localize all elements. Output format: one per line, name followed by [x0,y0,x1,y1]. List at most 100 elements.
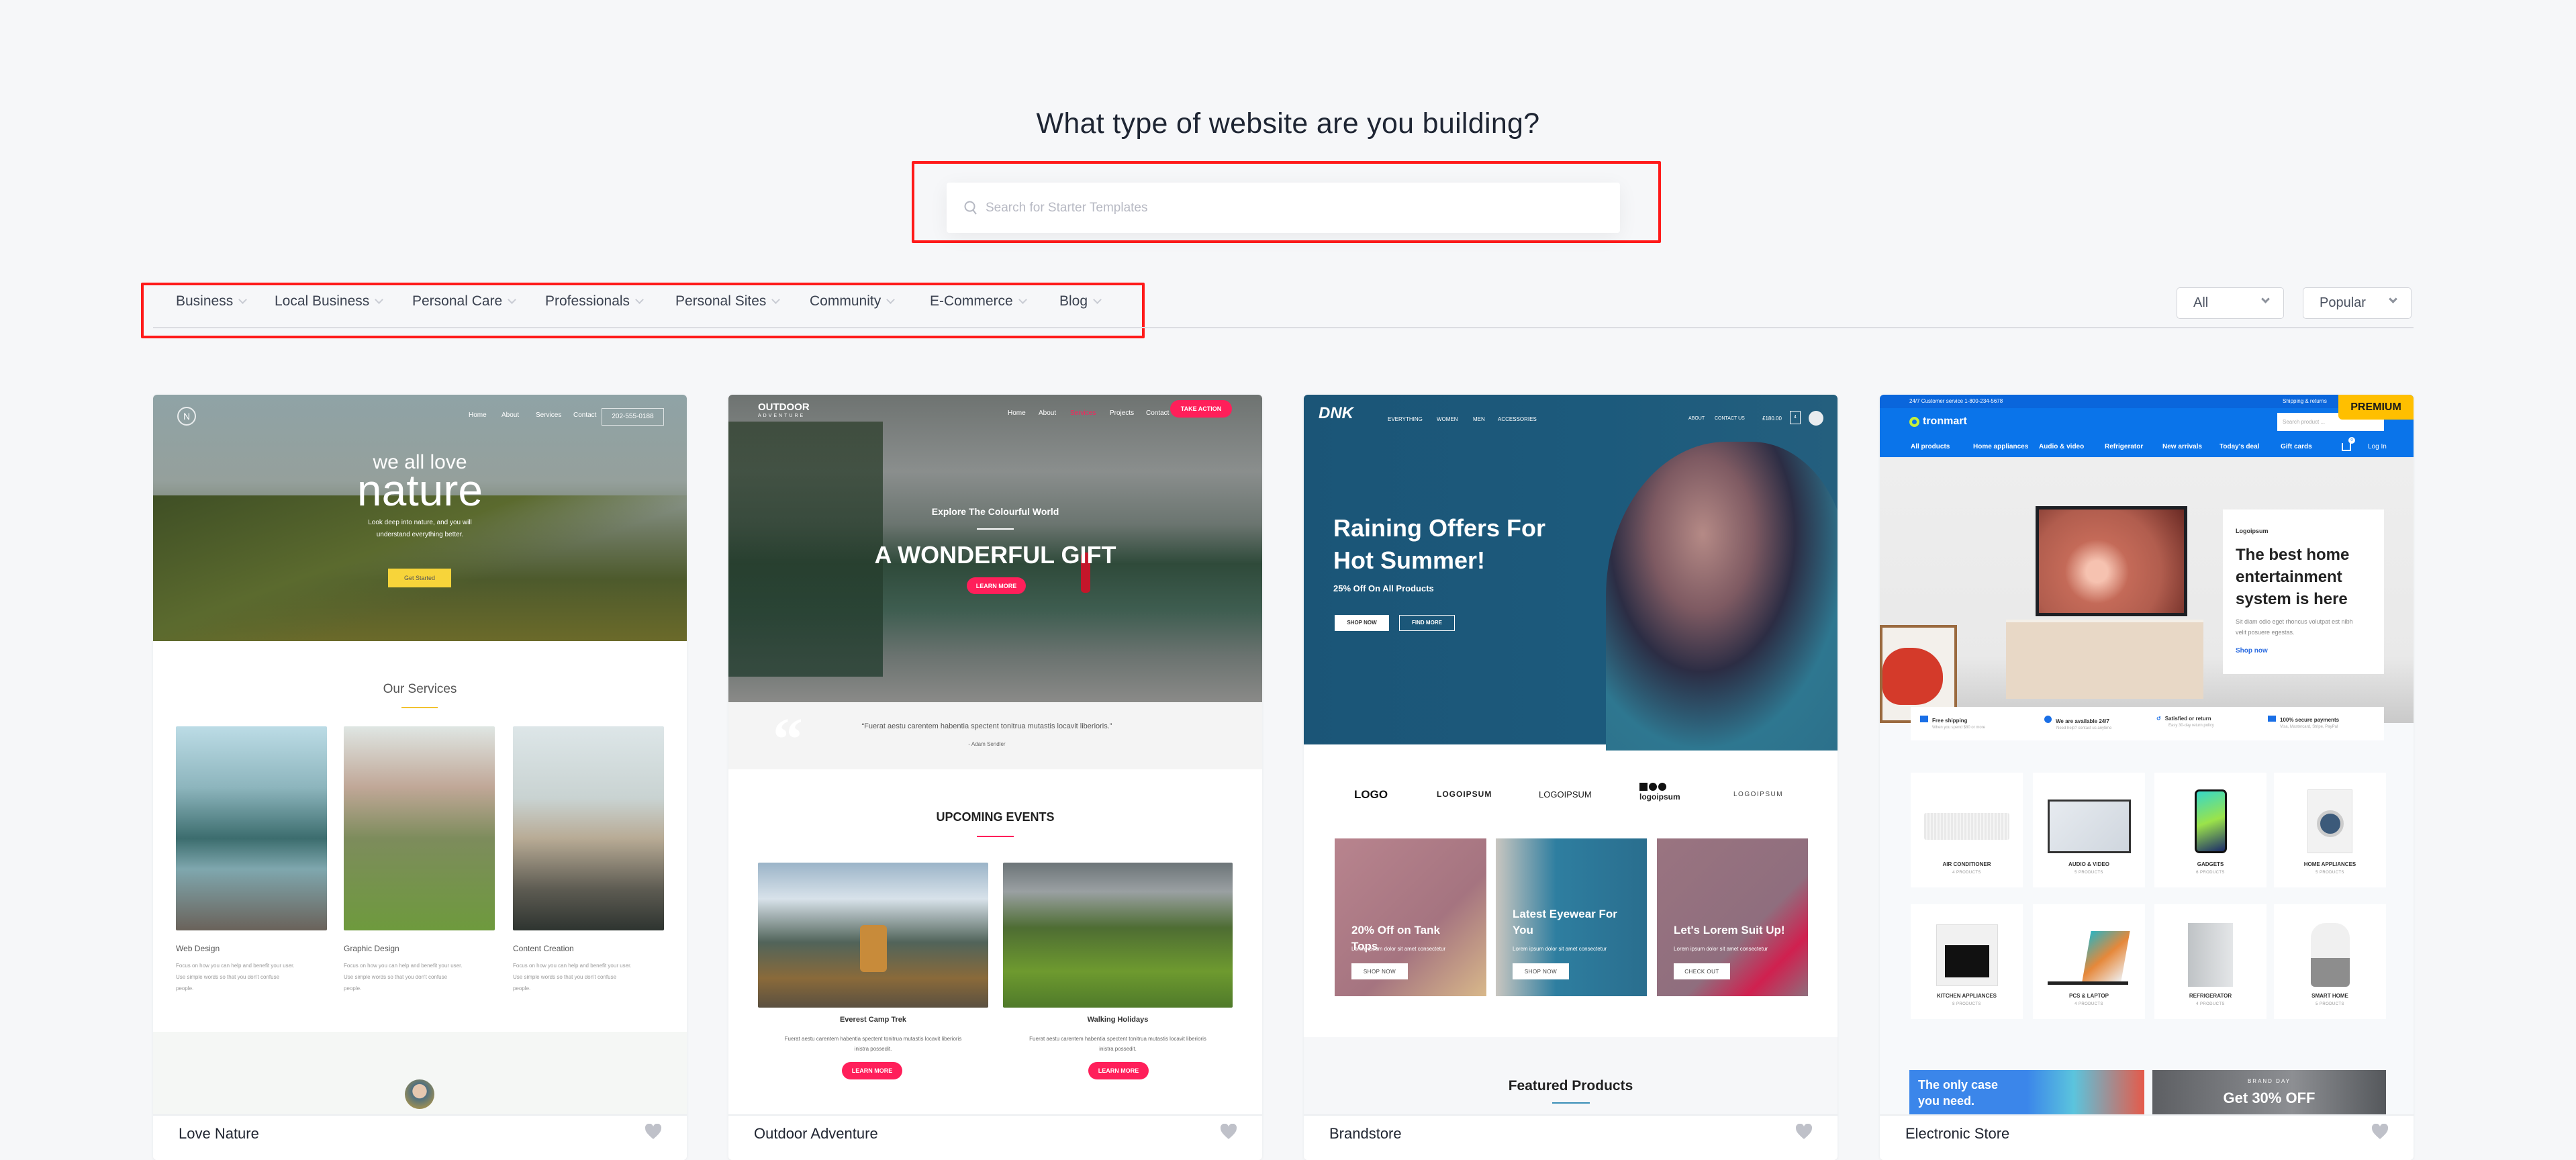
nav-audio-video[interactable]: Audio & video [2039,443,2084,450]
template-preview[interactable]: N Home About Services Contact 202-555-01… [153,395,687,1114]
category-blog[interactable]: Blog [1059,293,1102,309]
nav-contact[interactable]: CONTACT US [1715,416,1745,421]
template-card-electronic-store[interactable]: 24/7 Customer service 1-800-234-5678 Shi… [1880,395,2414,1160]
chevron-down-icon [771,295,781,304]
category-tile[interactable]: SMART HOME 5 PRODUCTS [2274,904,2386,1019]
partner-logo: logoipsum [1639,783,1680,802]
category-tile[interactable]: HOME APPLIANCES 5 PRODUCTS [2274,773,2386,887]
hero-subtitle: 25% Off On All Products [1333,583,1434,593]
credit-card-icon [2268,716,2276,722]
category-tile[interactable]: REFRIGERATOR 4 PRODUCTS [2154,904,2267,1019]
learn-more-button[interactable]: LEARN MORE [842,1062,902,1079]
template-card-outdoor-adventure[interactable]: OUTDOOR ADVENTURE Home About Services Pr… [728,395,1262,1160]
nav-men[interactable]: MEN [1473,416,1485,422]
shipping-link[interactable]: Shipping & returns [2283,398,2327,404]
category-tile[interactable]: KITCHEN APPLIANCES 8 PRODUCTS [1911,904,2023,1019]
phone-image [2195,789,2227,853]
heart-icon[interactable] [645,1124,662,1140]
type-filter-select[interactable]: All [2177,287,2284,319]
learn-more-button[interactable]: LEARN MORE [1088,1062,1149,1079]
nav-services[interactable]: Services [1070,409,1096,417]
shop-now-button[interactable]: SHOP NOW [1335,615,1389,631]
service-desc: Focus on how you can help and benefit yo… [176,963,295,992]
template-card-love-nature[interactable]: N Home About Services Contact 202-555-01… [153,395,687,1160]
nav-about[interactable]: About [502,412,519,419]
nav-contact[interactable]: Contact [1146,409,1169,417]
category-community[interactable]: Community [810,293,896,309]
cart-icon[interactable]: 4 [1790,411,1801,424]
phone-button[interactable]: 202-555-0188 [602,408,664,426]
nav-about[interactable]: About [1039,409,1056,417]
category-personal-care[interactable]: Personal Care [412,293,517,309]
heart-icon[interactable] [1795,1124,1813,1140]
template-card-brandstore[interactable]: DNK EVERYTHING WOMEN MEN ACCESSORIES ABO… [1304,395,1838,1160]
category-personal-sites[interactable]: Personal Sites [675,293,781,309]
category-label: E-Commerce [930,293,1013,309]
take-action-button[interactable]: TAKE ACTION [1170,400,1232,418]
nav-everything[interactable]: EVERYTHING [1388,416,1423,422]
category-professionals[interactable]: Professionals [545,293,644,309]
banner-title: Get 30% OFF [2223,1090,2316,1106]
heart-icon[interactable] [2371,1124,2389,1140]
nav-todays-deal[interactable]: Today's deal [2220,443,2259,450]
nav-home[interactable]: Home [469,412,487,419]
category-tile[interactable]: AIR CONDITIONER 4 PRODUCTS [1911,773,2023,887]
search-input[interactable] [986,200,1590,215]
chevron-down-icon [375,295,384,304]
nav-about[interactable]: ABOUT [1688,416,1705,421]
get-started-button[interactable]: Get Started [388,569,451,587]
shop-now-button[interactable]: SHOP NOW [1513,963,1569,979]
promo-text: Sit diam odio eget rhoncus volutpat est … [2236,618,2353,636]
cart-icon[interactable] [2342,443,2351,451]
shop-now-button[interactable]: SHOP NOW [1351,963,1408,979]
learn-more-button[interactable]: LEARN MORE [967,577,1026,594]
category-tile[interactable]: AUDIO & VIDEO 5 PRODUCTS [2033,773,2145,887]
nav-home[interactable]: Home [1008,409,1026,417]
category-business[interactable]: Business [176,293,248,309]
partner-logo: LOGOIPSUM [1539,789,1592,800]
login-link[interactable]: Log In [2368,443,2387,450]
logo-sub: ADVENTURE [758,414,806,418]
nav-gift-cards[interactable]: Gift cards [2281,443,2312,450]
nav-contact[interactable]: Contact [573,412,596,419]
user-avatar-icon[interactable] [1809,411,1823,426]
category-tile[interactable]: PCS & LAPTOP 4 PRODUCTS [2033,904,2145,1019]
nav-projects[interactable]: Projects [1110,409,1134,417]
chevron-down-icon [2261,295,2270,303]
service-image [513,726,664,930]
shop-now-link[interactable]: Shop now [2236,647,2268,655]
heart-icon[interactable] [1220,1124,1237,1140]
template-name: Brandstore [1329,1125,1402,1142]
template-preview[interactable]: DNK EVERYTHING WOMEN MEN ACCESSORIES ABO… [1304,395,1838,1114]
search-bar[interactable] [947,183,1620,233]
find-more-button[interactable]: FIND MORE [1399,615,1455,631]
nav-new-arrivals[interactable]: New arrivals [2162,443,2202,450]
tv-image [2048,800,2131,853]
nav-all-products[interactable]: All products [1911,443,1950,450]
feature-item: Free shipping When you spend $80 or more [1920,716,1985,730]
category-tile[interactable]: GADGETS 6 PRODUCTS [2154,773,2267,887]
nav-refrigerator[interactable]: Refrigerator [2105,443,2143,450]
category-e-commerce[interactable]: E-Commerce [930,293,1027,309]
smart-speaker-image [2311,923,2350,987]
logo: OUTDOOR [758,401,810,413]
tile-title: Let's Lorem Suit Up! [1674,924,1785,936]
nav-accessories[interactable]: ACCESSORIES [1498,416,1537,422]
return-icon: ↺ [2156,716,2161,722]
chevron-down-icon [1018,295,1027,304]
template-preview[interactable]: OUTDOOR ADVENTURE Home About Services Pr… [728,395,1262,1114]
card-footer: Outdoor Adventure [728,1114,1262,1160]
logo: N [177,407,196,426]
sort-select[interactable]: Popular [2303,287,2412,319]
nav-home-appliances[interactable]: Home appliances [1973,443,2028,450]
nav-services[interactable]: Services [536,412,561,419]
category-label: Personal Sites [675,293,767,309]
service-title: Content Creation [513,944,574,953]
category-local-business[interactable]: Local Business [275,293,384,309]
check-out-button[interactable]: CHECK OUT [1674,963,1730,979]
partner-logo: LOGOIPSUM [1733,791,1784,798]
customer-service-text: 24/7 Customer service 1-800-234-5678 [1909,398,2003,404]
logo: DNK [1319,404,1353,422]
nav-women[interactable]: WOMEN [1437,416,1458,422]
template-preview[interactable]: 24/7 Customer service 1-800-234-5678 Shi… [1880,395,2414,1114]
